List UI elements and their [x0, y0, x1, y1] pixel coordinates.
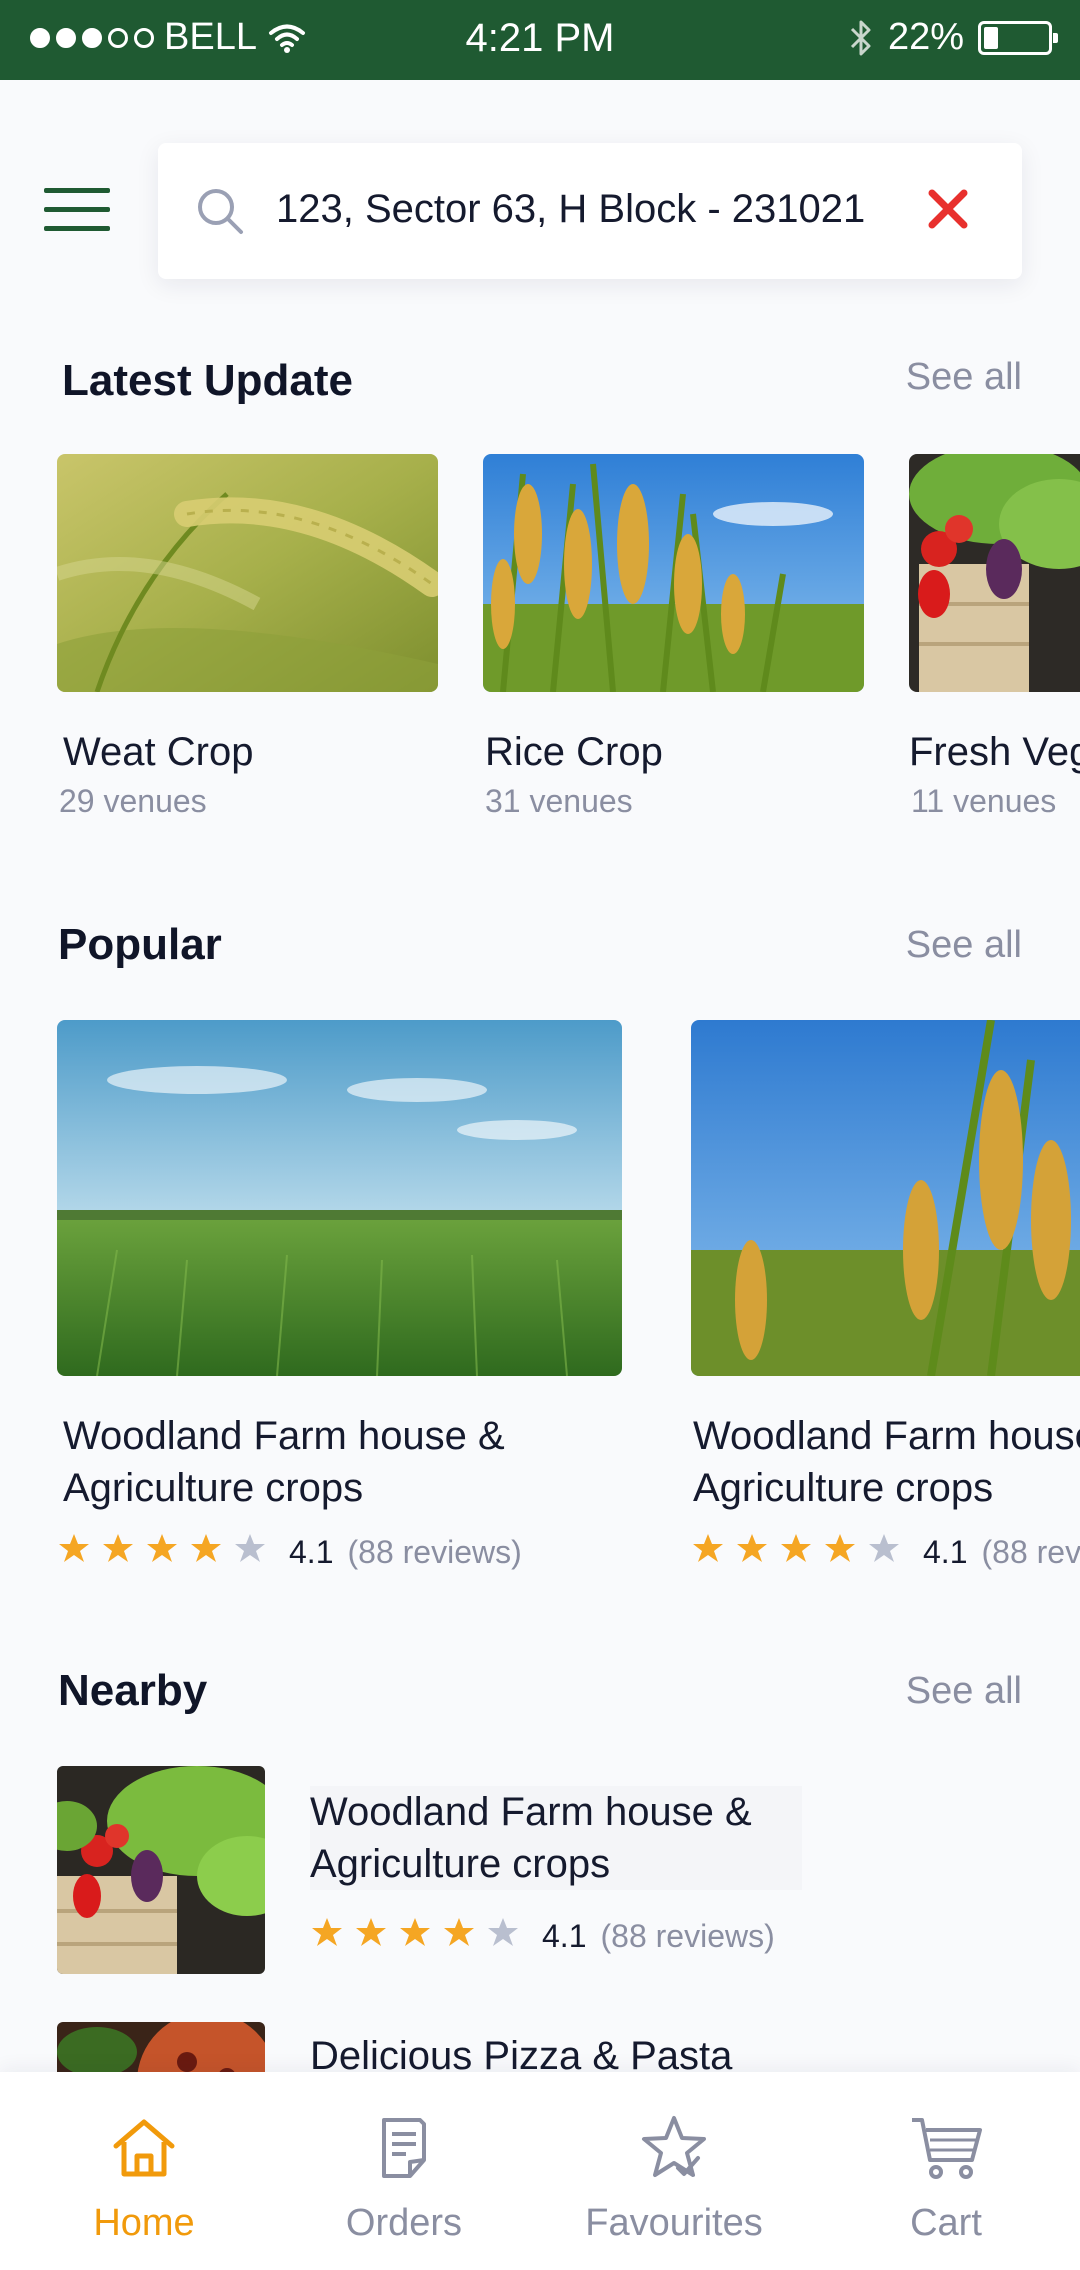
star-filled-icon [442, 1916, 476, 1956]
nav-label: Favourites [585, 2202, 763, 2244]
latest-see-all-link[interactable]: See all [906, 356, 1022, 399]
popular-card-name-line1: Woodland Farm house & [693, 1414, 1080, 1458]
star-filled-icon [145, 1532, 179, 1572]
menu-icon[interactable] [44, 188, 110, 232]
star-empty-icon [486, 1916, 520, 1956]
star-rating [691, 1532, 901, 1572]
nearby-item-name-line1: Woodland Farm house & [310, 1790, 752, 1834]
battery-icon [978, 20, 1058, 55]
star-empty-icon [233, 1532, 267, 1572]
star-filled-icon [779, 1532, 813, 1572]
star-filled-icon [735, 1532, 769, 1572]
star-filled-icon [310, 1916, 344, 1956]
latest-card-wheat[interactable]: Weat Crop 29 venues [57, 454, 438, 820]
search-bar[interactable]: 123, Sector 63, H Block - 231021 [158, 143, 1022, 279]
search-input[interactable]: 123, Sector 63, H Block - 231021 [276, 187, 865, 232]
popular-card-name-line2: Agriculture crops [693, 1466, 994, 1510]
latest-card-rice[interactable]: Rice Crop 31 venues [483, 454, 864, 820]
wheat-crop-image [57, 454, 438, 692]
rating-value: 4.1 [542, 1917, 587, 1954]
vegetables-image [909, 454, 1080, 692]
popular-card-name-line1: Woodland Farm house & [63, 1414, 505, 1458]
latest-card-veg[interactable]: Fresh Veg 11 venues [909, 454, 1080, 820]
nav-orders[interactable]: Orders [284, 2112, 524, 2245]
star-filled-icon [354, 1916, 388, 1956]
battery-percent: 22% [887, 16, 964, 58]
home-icon [113, 2119, 175, 2177]
latest-card-venues: 29 venues [59, 783, 207, 819]
popular-title: Popular [58, 920, 222, 969]
latest-card-name: Fresh Veg [909, 730, 1080, 774]
star-filled-icon [57, 1532, 91, 1572]
latest-card-venues: 31 venues [485, 783, 633, 819]
nav-cart[interactable]: Cart [826, 2112, 1066, 2245]
latest-update-title: Latest Update [62, 356, 353, 405]
nearby-list-item[interactable]: Delicious Pizza & Pasta [57, 2022, 847, 2072]
star-filled-icon [823, 1532, 857, 1572]
latest-update-carousel[interactable]: Weat Crop 29 venues Rice Crop 31 venues … [0, 452, 1080, 842]
rating-value: 4.1 [923, 1533, 968, 1570]
star-check-icon [642, 2116, 706, 2177]
nav-home[interactable]: Home [24, 2112, 264, 2245]
review-count: (88 reviews) [347, 1533, 522, 1570]
rice-crop-image [483, 454, 864, 692]
farm-field-image [57, 1020, 622, 1376]
rice-field-image [691, 1020, 1080, 1376]
close-icon[interactable] [926, 187, 970, 231]
status-right: 22% [848, 16, 1058, 59]
review-count: (88 reviews) [981, 1533, 1080, 1570]
nearby-list-item[interactable]: Woodland Farm house & Agriculture crops … [57, 1766, 847, 1976]
popular-card-rating: 4.1 (88 reviews) [691, 1532, 1080, 1572]
cart-icon [912, 2118, 982, 2179]
nav-favourites[interactable]: Favourites [554, 2112, 794, 2245]
star-filled-icon [101, 1532, 135, 1572]
rating-value: 4.1 [289, 1533, 334, 1570]
nav-label: Home [93, 2202, 195, 2244]
star-filled-icon [189, 1532, 223, 1572]
nearby-see-all-link[interactable]: See all [906, 1670, 1022, 1713]
star-filled-icon [691, 1532, 725, 1572]
nearby-item-name-line2: Agriculture crops [310, 1842, 611, 1886]
status-bar: BELL 4:21 PM 22% [0, 0, 1080, 80]
star-filled-icon [398, 1916, 432, 1956]
nearby-item-rating: 4.1 (88 reviews) [310, 1916, 775, 1956]
nearby-item-name: Woodland Farm house & Agriculture crops [310, 1786, 802, 1890]
pizza-image [57, 2022, 265, 2072]
star-rating [57, 1532, 267, 1572]
popular-card[interactable]: Woodland Farm house & Agriculture crops … [57, 1020, 622, 1572]
popular-card-name-line2: Agriculture crops [63, 1466, 364, 1510]
review-count: (88 reviews) [600, 1917, 775, 1954]
latest-card-name: Rice Crop [485, 730, 663, 774]
popular-carousel[interactable]: Woodland Farm house & Agriculture crops … [0, 1020, 1080, 1580]
nav-label: Orders [345, 2202, 463, 2244]
latest-card-venues: 11 venues [911, 783, 1057, 819]
star-rating [310, 1916, 520, 1956]
orders-icon [382, 2118, 426, 2178]
bottom-navigation: Home Orders Favourites Cart [0, 2072, 1080, 2270]
star-empty-icon [867, 1532, 901, 1572]
popular-card-rating: 4.1 (88 reviews) [57, 1532, 622, 1572]
search-icon [198, 189, 243, 234]
latest-card-name: Weat Crop [63, 730, 254, 774]
nearby-title: Nearby [58, 1666, 208, 1715]
nearby-item-name: Delicious Pizza & Pasta [310, 2034, 733, 2072]
popular-see-all-link[interactable]: See all [906, 924, 1022, 967]
nearby-item-image [57, 1766, 265, 1974]
bluetooth-icon [850, 20, 871, 55]
popular-card[interactable]: Woodland Farm house & Agriculture crops … [691, 1020, 1080, 1572]
nav-label: Cart [910, 2202, 982, 2244]
